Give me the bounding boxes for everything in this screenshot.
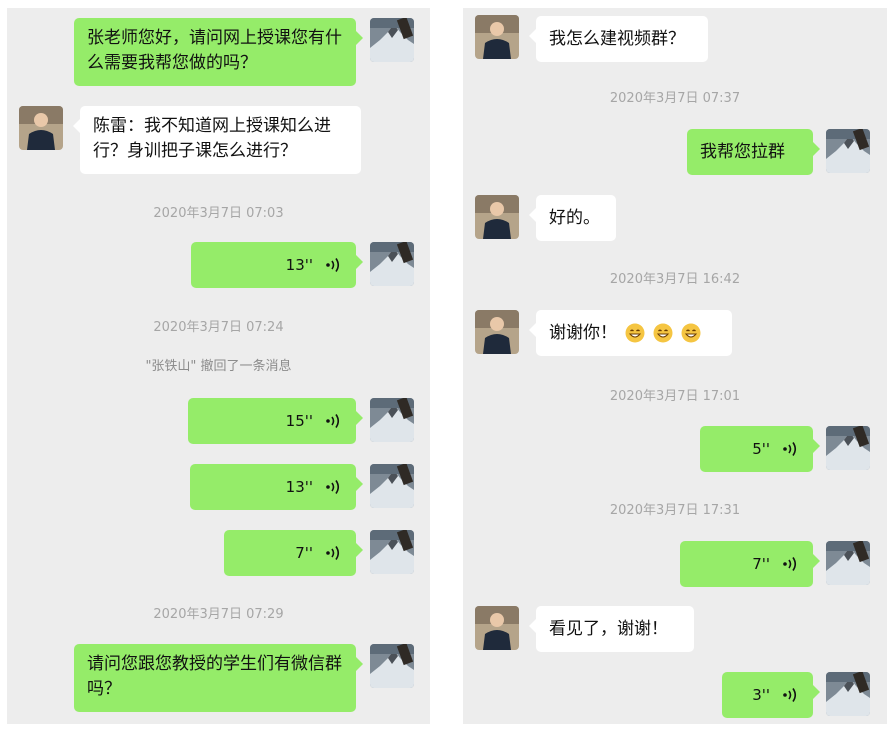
my-avatar[interactable]: [826, 426, 870, 470]
voice-wave-icon: [325, 412, 343, 430]
message-bubble-received[interactable]: 看见了，谢谢！: [529, 606, 694, 652]
timestamp: 2020年3月7日 07:37: [609, 91, 741, 106]
message-bubble-sent[interactable]: 请问您跟您教授的学生们有微信群吗？: [74, 644, 363, 712]
contact-avatar[interactable]: [475, 195, 519, 239]
contact-avatar[interactable]: [475, 310, 519, 354]
voice-wave-icon: [325, 256, 343, 274]
voice-wave-icon: [325, 544, 343, 562]
message-text: 请问您跟您教授的学生们有微信群吗？: [87, 654, 342, 699]
my-avatar[interactable]: [370, 398, 414, 442]
message-bubble-received[interactable]: 好的。: [529, 195, 616, 241]
timestamp: 2020年3月7日 17:31: [609, 503, 741, 518]
grin-emoji-icon: [625, 323, 645, 343]
message-text: 好的。: [549, 207, 600, 228]
grin-emoji-icon: [653, 323, 673, 343]
timestamp: 2020年3月7日 07:03: [153, 206, 284, 221]
voice-message-bubble[interactable]: 3'': [722, 672, 820, 718]
chat-panel-left[interactable]: 张老师您好，请问网上授课您有什么需要我帮您做的吗？ 陈雷：我不知道网上授课知么进…: [7, 8, 430, 724]
timestamp: 2020年3月7日 16:42: [609, 272, 741, 287]
voice-message-bubble[interactable]: 13'': [190, 464, 363, 510]
voice-wave-icon: [782, 555, 800, 573]
message-bubble-received[interactable]: 谢谢你！: [529, 310, 732, 356]
message-text: 看见了，谢谢！: [549, 618, 668, 639]
voice-wave-icon: [782, 686, 800, 704]
voice-duration: 15'': [285, 411, 313, 430]
my-avatar[interactable]: [370, 464, 414, 508]
timestamp: 2020年3月7日 07:29: [153, 607, 284, 622]
my-avatar[interactable]: [826, 541, 870, 585]
recall-notice: "张铁山" 撤回了一条消息: [145, 359, 292, 374]
contact-avatar[interactable]: [475, 606, 519, 650]
contact-avatar[interactable]: [19, 106, 63, 150]
grin-emoji-icon: [681, 323, 701, 343]
voice-wave-icon: [782, 440, 800, 458]
message-bubble-received[interactable]: 我怎么建视频群？: [529, 16, 708, 62]
message-text: 谢谢你！: [549, 322, 617, 343]
voice-duration: 7'': [752, 554, 770, 573]
my-avatar[interactable]: [370, 242, 414, 286]
message-text: 陈雷：我不知道网上授课知么进行？身训把子课怎么进行？: [93, 116, 331, 161]
message-bubble-received[interactable]: 陈雷：我不知道网上授课知么进行？身训把子课怎么进行？: [73, 106, 361, 174]
voice-duration: 13'': [285, 477, 313, 496]
voice-duration: 5'': [752, 439, 770, 458]
voice-duration: 7'': [295, 543, 313, 562]
message-bubble-sent[interactable]: 张老师您好，请问网上授课您有什么需要我帮您做的吗？: [74, 18, 363, 86]
voice-duration: 3'': [752, 685, 770, 704]
message-text: 张老师您好，请问网上授课您有什么需要我帮您做的吗？: [87, 28, 342, 73]
voice-message-bubble[interactable]: 7'': [680, 541, 820, 587]
voice-message-bubble[interactable]: 13'': [191, 242, 363, 288]
voice-message-bubble[interactable]: 7'': [224, 530, 363, 576]
voice-wave-icon: [325, 478, 343, 496]
my-avatar[interactable]: [826, 672, 870, 716]
message-text: 我怎么建视频群？: [549, 28, 685, 49]
timestamp: 2020年3月7日 07:24: [153, 320, 284, 335]
my-avatar[interactable]: [370, 530, 414, 574]
voice-message-bubble[interactable]: 5'': [700, 426, 820, 472]
my-avatar[interactable]: [370, 644, 414, 688]
message-text: 我帮您拉群: [700, 141, 785, 162]
my-avatar[interactable]: [370, 18, 414, 62]
chat-panel-right[interactable]: 我怎么建视频群？ 2020年3月7日 07:37 我帮您拉群 好的。 2020年…: [463, 8, 887, 724]
contact-avatar[interactable]: [475, 15, 519, 59]
voice-duration: 13'': [285, 255, 313, 274]
message-bubble-sent[interactable]: 我帮您拉群: [687, 129, 820, 175]
voice-message-bubble[interactable]: 15'': [188, 398, 363, 444]
timestamp: 2020年3月7日 17:01: [609, 389, 741, 404]
my-avatar[interactable]: [826, 129, 870, 173]
